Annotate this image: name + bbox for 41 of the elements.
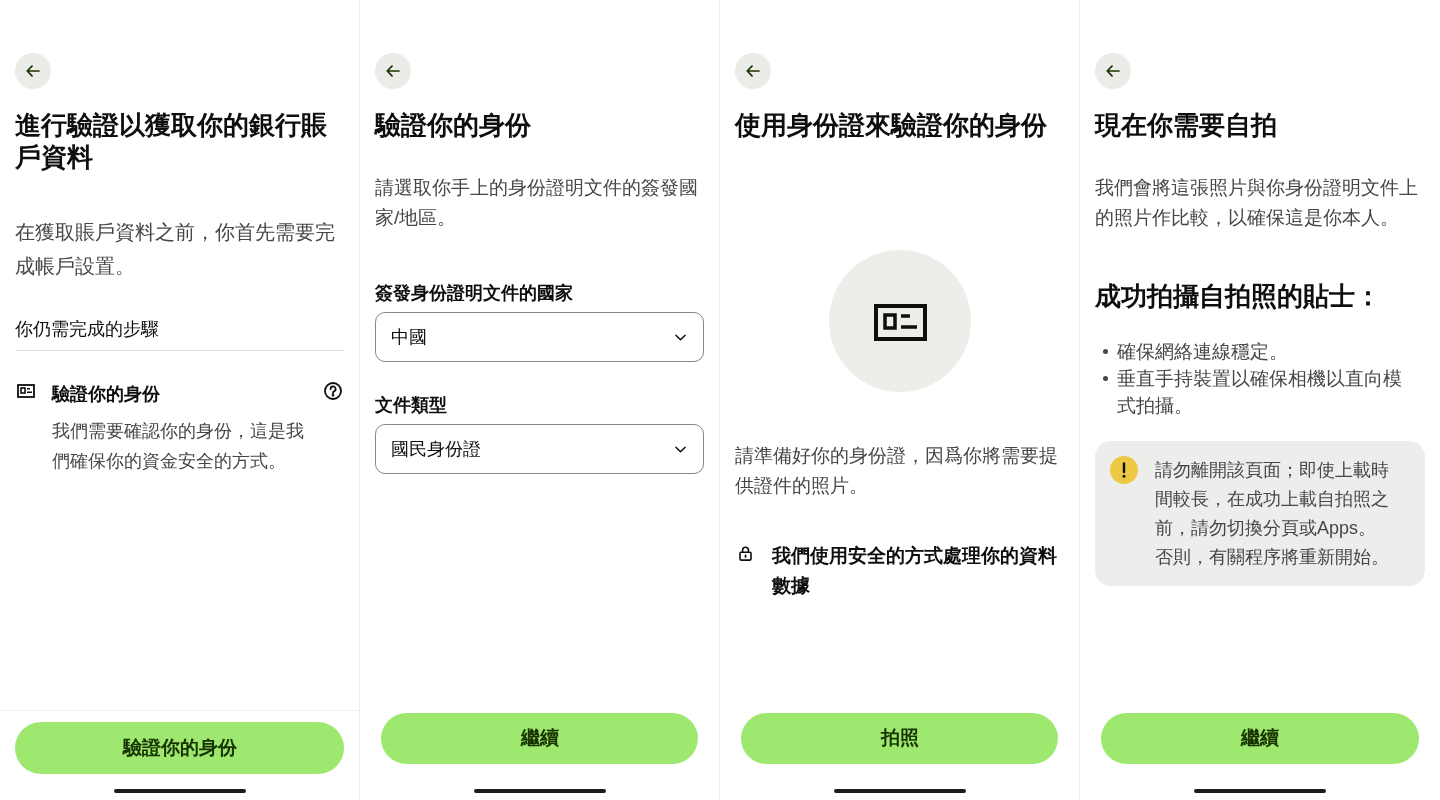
screen-title: 現在你需要自拍 xyxy=(1095,109,1278,141)
primary-button[interactable]: 拍照 xyxy=(741,713,1058,764)
screen-title: 進行驗證以獲取你的銀行賬戶資料 xyxy=(15,109,328,173)
arrow-left-icon xyxy=(1106,65,1120,77)
arrow-left-icon xyxy=(746,65,760,77)
back-button[interactable] xyxy=(735,53,771,89)
chevron-down-icon xyxy=(675,445,686,453)
section-heading: 你仍需完成的步驟 xyxy=(15,318,160,341)
back-button[interactable] xyxy=(15,53,51,89)
select-field[interactable]: 中國 xyxy=(375,312,704,362)
field-label: 文件類型 xyxy=(375,394,448,417)
tip-text: 確保網絡連線穩定。 xyxy=(1117,340,1289,364)
intro-text: 請準備好你的身份證，因爲你將需要提供證件的照片。 xyxy=(735,444,1059,498)
warning-icon xyxy=(1110,456,1138,484)
bullet-icon xyxy=(1103,376,1108,381)
warning-text: 請勿離開該頁面；即使上載時間較長，在成功上載自拍照之前，請勿切換分頁或Apps。否則，有關程序將重新開始。 xyxy=(1155,459,1390,569)
id-card-icon xyxy=(828,250,971,392)
help-icon xyxy=(324,382,342,400)
id-card-icon xyxy=(17,384,35,398)
primary-button[interactable]: 繼續 xyxy=(381,713,698,764)
back-button[interactable] xyxy=(375,53,411,89)
bullet-icon xyxy=(1103,349,1108,354)
chevron-down-icon xyxy=(675,333,686,341)
intro-text: 我們會將這張照片與你身份證明文件上的照片作比較，以確保這是你本人。 xyxy=(1095,176,1419,230)
screen-title: 使用身份證來驗證你的身份 xyxy=(735,109,1048,141)
tips-heading: 成功拍攝自拍照的貼士： xyxy=(1095,280,1382,312)
select-field[interactable]: 國民身份證 xyxy=(375,424,704,474)
intro-text: 在獲取賬戶資料之前，你首先需要完成帳戶設置。 xyxy=(15,220,336,279)
arrow-left-icon xyxy=(26,65,40,77)
primary-button[interactable]: 驗證你的身份 xyxy=(15,722,344,774)
step-description: 我們需要確認你的身份，這是我們確保你的資金安全的方式。 xyxy=(52,420,305,473)
primary-button[interactable]: 繼續 xyxy=(1101,713,1419,764)
back-button[interactable] xyxy=(1095,53,1131,89)
lock-icon xyxy=(739,546,752,561)
arrow-left-icon xyxy=(386,65,400,77)
tip-text: 垂直手持裝置以確保相機以直向模式拍攝。 xyxy=(1117,367,1403,418)
security-note: 我們使用安全的方式處理你的資料數據 xyxy=(772,544,1058,598)
intro-text: 請選取你手上的身份證明文件的簽發國家/地區。 xyxy=(375,176,699,230)
screen-title: 驗證你的身份 xyxy=(375,109,532,141)
step-title[interactable]: 驗證你的身份 xyxy=(52,380,324,408)
field-label: 簽發身份證明文件的國家 xyxy=(375,282,574,305)
